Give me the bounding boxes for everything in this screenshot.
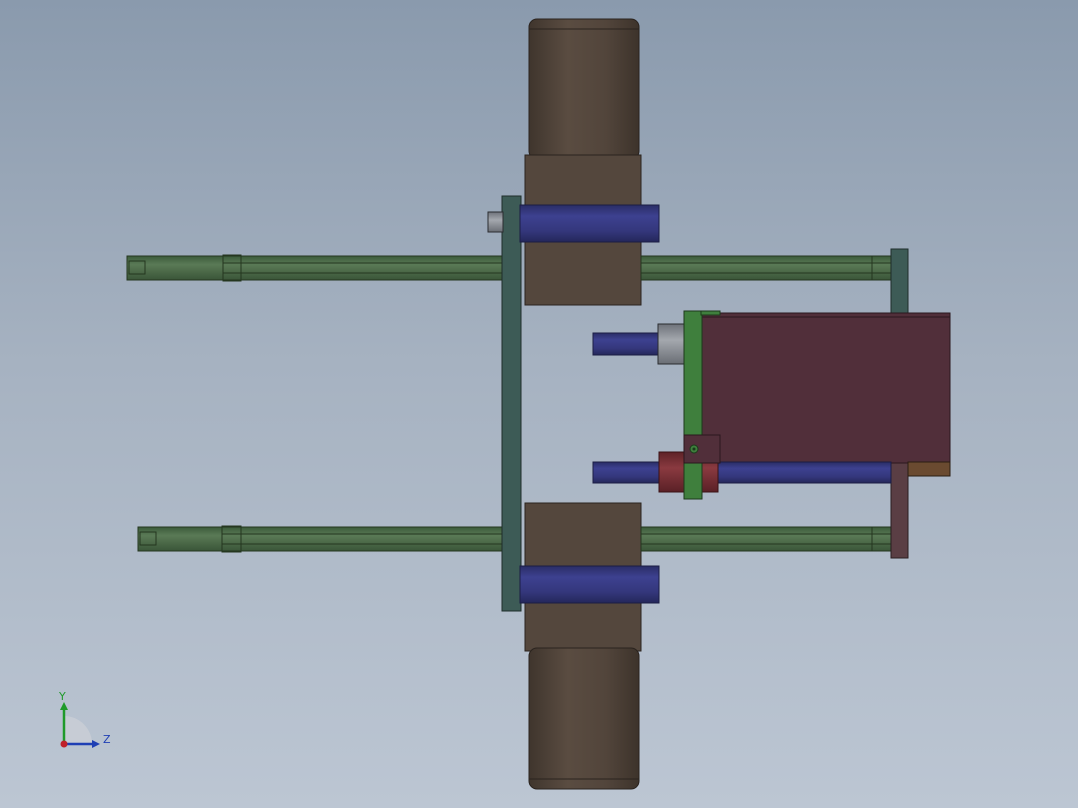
lower-guide-rod-right[interactable] <box>640 526 893 552</box>
motor-housing[interactable] <box>700 312 951 464</box>
top-roller[interactable] <box>524 18 642 306</box>
y-axis-label: Y <box>58 690 66 703</box>
motor-lower-shaft[interactable] <box>592 461 892 484</box>
vertical-frame-plate[interactable] <box>501 195 522 612</box>
triad-quadrant <box>64 716 92 744</box>
pivot-bracket[interactable] <box>683 434 721 464</box>
bottom-roller-body[interactable] <box>528 647 640 790</box>
z-axis-label: Z <box>103 733 111 746</box>
right-frame-post-upper[interactable] <box>890 248 909 318</box>
lower-guide-rod-left[interactable] <box>137 525 504 553</box>
motor-upper-shaft[interactable] <box>592 332 664 356</box>
assembly-model[interactable] <box>0 0 1078 808</box>
x-axis-point-icon <box>60 740 68 748</box>
upper-nub[interactable] <box>487 211 504 233</box>
upper-guide-rod-left[interactable] <box>126 254 504 282</box>
right-frame-post-lower[interactable] <box>890 459 909 559</box>
y-axis-arrow-icon <box>60 702 68 710</box>
lower-drive-shaft[interactable] <box>519 565 660 604</box>
upper-guide-rod-right[interactable] <box>640 255 893 281</box>
upper-drive-shaft[interactable] <box>519 204 660 243</box>
orientation-triad: Y Z <box>58 690 111 748</box>
motor-tab[interactable] <box>907 461 951 477</box>
bottom-roller[interactable] <box>524 502 642 790</box>
top-roller-body[interactable] <box>528 18 640 160</box>
motor-mount-plate[interactable] <box>683 310 703 500</box>
cad-viewport[interactable]: Y Z <box>0 0 1078 808</box>
z-axis-arrow-icon <box>92 740 100 748</box>
